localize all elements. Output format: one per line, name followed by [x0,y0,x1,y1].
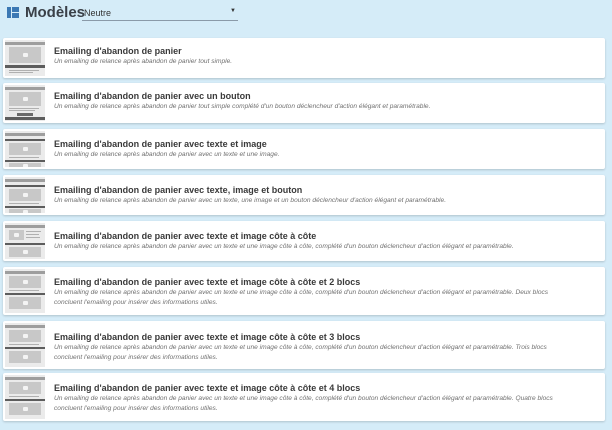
chevron-down-icon: ▼ [230,8,236,14]
template-title: Emailing d'abandon de panier avec texte,… [54,185,303,195]
template-title: Emailing d'abandon de panier [54,46,182,56]
grid-icon [7,7,19,18]
template-title: Emailing d'abandon de panier avec texte … [54,231,317,241]
template-title: Emailing d'abandon de panier avec un bou… [54,91,251,101]
template-title: Emailing d'abandon de panier avec texte … [54,383,361,393]
template-thumbnail [5,177,45,213]
header-bar: Modèles Neutre ▼ [0,0,612,28]
page-title: Modèles [25,4,86,21]
template-card[interactable]: Emailing d'abandon de panier avec texte … [3,221,605,261]
template-thumbnail [5,223,45,259]
template-description: Un emailing de relance après abandon de … [54,289,549,306]
template-description: Un emailing de relance après abandon de … [54,344,547,361]
theme-select-value: Neutre [84,8,112,18]
template-title: Emailing d'abandon de panier avec texte … [54,277,361,287]
template-description: Un emailing de relance après abandon de … [54,197,447,204]
template-card[interactable]: Emailing d'abandon de panier avec un bou… [3,83,605,123]
template-card[interactable]: Emailing d'abandon de panier avec texte … [3,129,605,169]
template-thumbnail [5,85,45,121]
template-description: Un emailing de relance après abandon de … [54,395,553,412]
template-card[interactable]: Emailing d'abandon de panier avec texte … [3,321,605,369]
template-title: Emailing d'abandon de panier avec texte … [54,139,267,149]
template-thumbnail [5,131,45,167]
template-thumbnail [5,375,45,419]
theme-select[interactable]: Neutre ▼ [82,6,238,21]
template-description: Un emailing de relance après abandon de … [54,151,280,158]
template-card[interactable]: Emailing d'abandon de panier Un emailing… [3,38,605,78]
template-card[interactable]: Emailing d'abandon de panier avec texte … [3,373,605,421]
template-description: Un emailing de relance après abandon de … [54,103,431,110]
template-description: Un emailing de relance après abandon de … [54,243,514,250]
template-title: Emailing d'abandon de panier avec texte … [54,332,361,342]
template-card[interactable]: Emailing d'abandon de panier avec texte,… [3,175,605,215]
template-card[interactable]: Emailing d'abandon de panier avec texte … [3,267,605,315]
template-thumbnail [5,323,45,367]
template-thumbnail [5,40,45,76]
template-description: Un emailing de relance après abandon de … [54,58,233,65]
template-thumbnail [5,269,45,313]
